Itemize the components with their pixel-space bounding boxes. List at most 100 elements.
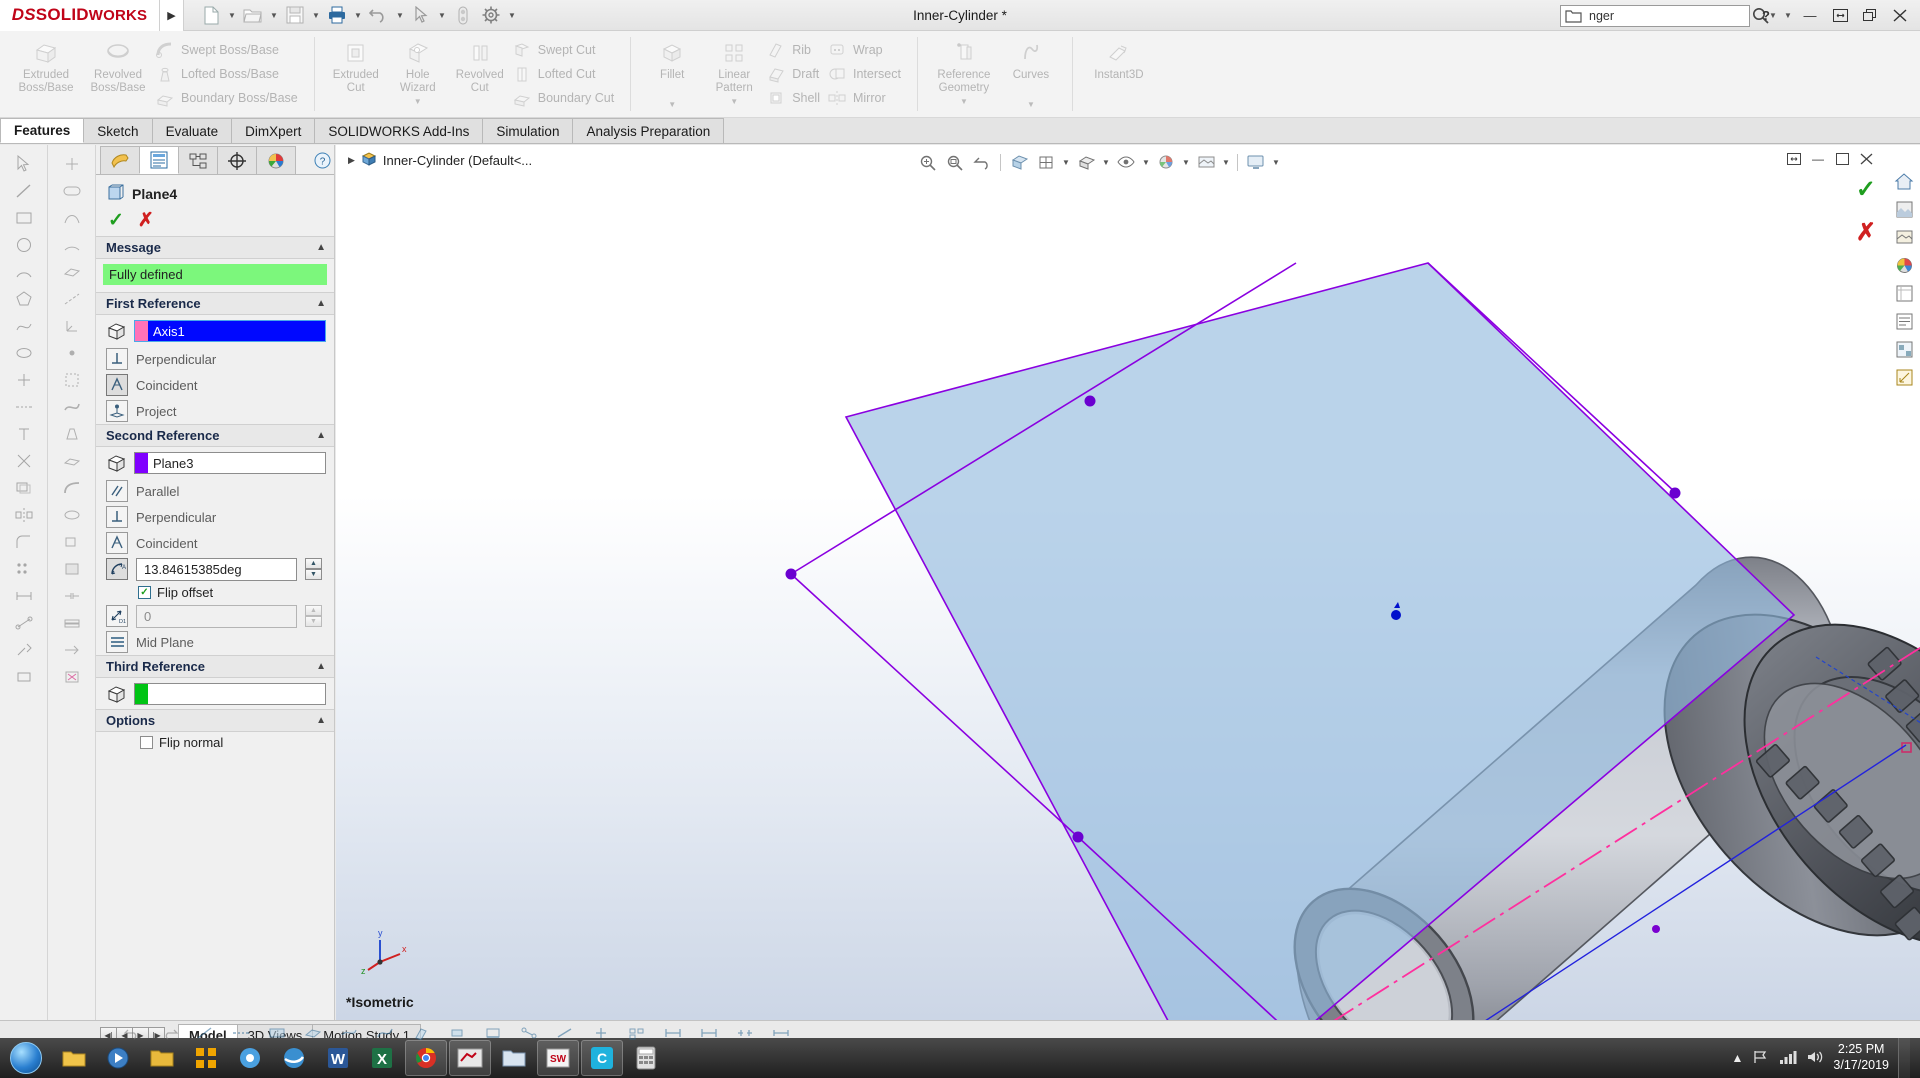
display-style-icon[interactable] [1074,151,1098,173]
r2-fill-icon[interactable] [59,556,85,582]
r2-conic-icon[interactable] [59,232,85,258]
draft-button[interactable]: Draft [765,62,826,85]
first-reference-project-row[interactable]: Project [96,398,334,424]
mirror-button[interactable]: Mirror [826,86,907,109]
close-window-button[interactable] [1886,4,1914,28]
r2-loft-icon[interactable] [59,421,85,447]
intersect-button[interactable]: Intersect [826,62,907,85]
fillet-button[interactable]: Fillet ▼ [641,35,703,109]
windows-explorer-taskbar-icon[interactable] [53,1040,95,1076]
rib-button[interactable]: Rib [765,38,826,61]
flip-normal-checkbox[interactable] [140,736,153,749]
polygon-rail-icon[interactable] [11,286,37,312]
project-icon[interactable] [106,400,128,422]
angle-spinner-up-icon[interactable]: ▲ [305,558,322,569]
offset-spinner[interactable]: ▲ ▼ [305,605,322,627]
curves-caret-icon[interactable]: ▼ [1000,100,1062,109]
point-rail-icon[interactable] [11,367,37,393]
reference-geometry-button[interactable]: Reference Geometry ▼ [928,35,1000,107]
edit-appearance-caret-icon[interactable]: ▼ [1181,158,1191,167]
angle-spinner[interactable]: ▲ ▼ [305,558,322,580]
home-icon[interactable] [1892,169,1916,193]
display-manager-tab[interactable] [256,146,296,174]
tab-solidworks-add-ins[interactable]: SOLIDWORKS Add-Ins [314,118,484,143]
offset-rail-icon[interactable] [11,475,37,501]
undo-caret-icon[interactable]: ▼ [394,3,406,27]
extruded-cut-button[interactable]: Extruded Cut [325,35,387,95]
lofted-boss-base-button[interactable]: Lofted Boss/Base [154,62,304,85]
appearances-icon[interactable] [1892,197,1916,221]
revolved-cut-button[interactable]: Revolved Cut [449,35,511,95]
undo-button[interactable] [366,3,392,27]
strip-line-icon[interactable] [192,1020,218,1046]
open-document-button[interactable] [240,3,266,27]
section-header-first-reference[interactable]: First Reference ▲ [96,292,334,315]
view-orientation-caret-icon[interactable]: ▼ [1061,158,1071,167]
r2-sweep-icon[interactable] [59,475,85,501]
zoom-to-fit-icon[interactable] [916,151,940,173]
ok-checkmark-icon[interactable]: ✓ [108,211,124,230]
relations-rail-icon[interactable] [11,610,37,636]
reference-geometry-caret-icon[interactable]: ▼ [928,97,1000,106]
wrap-button[interactable]: Wrap [826,38,907,61]
strip-surface-icon[interactable] [336,1020,362,1046]
print-document-button[interactable] [324,3,350,27]
ellipse-rail-icon[interactable] [11,340,37,366]
property-manager-tab[interactable] [139,146,179,174]
tab-simulation[interactable]: Simulation [482,118,574,143]
strip-dim4-icon[interactable] [768,1020,794,1046]
open-document-caret-icon[interactable]: ▼ [268,3,280,27]
shell-button[interactable]: Shell [765,86,826,109]
strip-shell-icon[interactable] [444,1020,470,1046]
linear-pattern-caret-icon[interactable]: ▼ [703,97,765,106]
strip-centerline-icon[interactable] [228,1020,254,1046]
mid-plane-icon[interactable] [106,631,128,653]
flip-offset-row[interactable]: ✓ Flip offset [96,582,334,603]
more-rail-icon[interactable] [11,664,37,690]
menu-expand-arrow-icon[interactable]: ▶ [160,0,184,31]
offset-distance-icon[interactable]: D1 [106,605,128,627]
rebuild-button[interactable] [450,3,476,27]
flip-normal-row[interactable]: Flip normal [96,732,334,753]
r2-coordinate-icon[interactable] [59,313,85,339]
section-header-message[interactable]: Message ▲ [96,236,334,259]
signal-bars-icon[interactable] [1779,1049,1797,1068]
scenes-icon[interactable] [1892,225,1916,249]
save-document-caret-icon[interactable]: ▼ [310,3,322,27]
start-button[interactable] [0,1038,52,1078]
repair-rail-icon[interactable] [11,637,37,663]
strip-draft-icon[interactable] [408,1020,434,1046]
angle-spinner-down-icon[interactable]: ▼ [305,569,322,580]
curves-button[interactable]: Curves ▼ [1000,35,1062,109]
section-header-options[interactable]: Options ▲ [96,709,334,732]
third-reference-field[interactable] [134,683,326,705]
strip-line2-icon[interactable] [552,1020,578,1046]
strip-dim3-icon[interactable] [732,1020,758,1046]
print-document-caret-icon[interactable]: ▼ [352,3,364,27]
swept-boss-base-button[interactable]: Swept Boss/Base [154,38,304,61]
message-collapse-caret-icon[interactable]: ▲ [316,242,326,253]
second-reference-field[interactable]: Plane3 [134,452,326,474]
apply-scene-caret-icon[interactable]: ▼ [1221,158,1231,167]
section-header-second-reference[interactable]: Second Reference ▲ [96,424,334,447]
r2-plane-icon[interactable] [59,259,85,285]
pattern-rail-icon[interactable] [11,556,37,582]
r2-drag-icon[interactable] [59,151,85,177]
r2-surface-icon[interactable] [59,394,85,420]
zoom-to-area-icon[interactable] [943,151,967,173]
dimxpert-icon[interactable] [1892,365,1916,389]
first-reference-collapse-caret-icon[interactable]: ▲ [316,298,326,309]
strip-spline-icon[interactable] [372,1020,398,1046]
feature-tree-root-row[interactable]: ▶ Inner-Cylinder (Default<... [336,145,736,175]
help-caret-icon[interactable]: ▼ [1782,4,1794,28]
hide-show-items-caret-icon[interactable]: ▼ [1141,158,1151,167]
strip-relation-icon[interactable] [516,1020,542,1046]
help-button[interactable]: ? [1752,4,1780,28]
collapsed-arrow-icon[interactable]: ▶ [348,155,355,166]
decals-icon[interactable] [1892,253,1916,277]
volume-icon[interactable] [1806,1049,1824,1068]
cancel-cross-icon[interactable]: ✗ [138,211,154,230]
r2-thicken-icon[interactable] [59,610,85,636]
view-settings-caret-icon[interactable]: ▼ [1271,158,1281,167]
confirm-ok-icon[interactable]: ✓ [1856,175,1876,204]
